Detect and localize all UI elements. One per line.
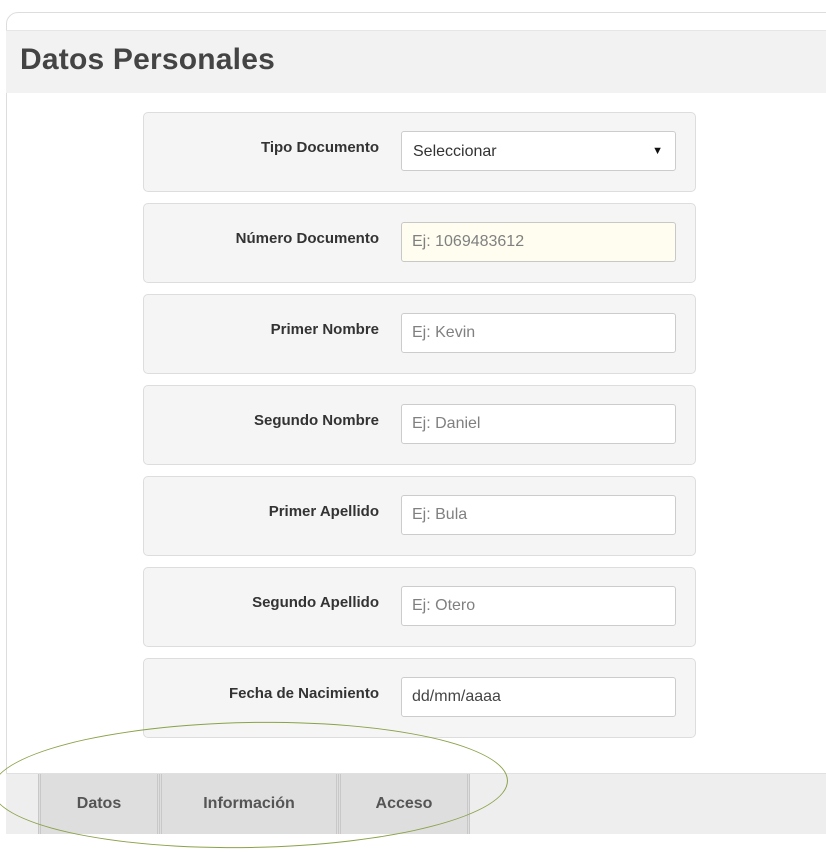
field-primer-nombre: Primer Nombre xyxy=(143,294,696,374)
field-label: Primer Apellido xyxy=(268,503,379,520)
date-value: dd/mm/aaaa xyxy=(412,688,501,705)
tipo-documento-select[interactable]: Seleccionar ▼ xyxy=(401,131,676,171)
tab-acceso[interactable]: Acceso xyxy=(338,774,470,834)
tab-label: Datos xyxy=(76,795,122,812)
field-label: Número Documento xyxy=(235,230,379,247)
caret-down-icon: ▼ xyxy=(652,145,663,157)
tab-informacion[interactable]: Información xyxy=(159,774,339,834)
tab-label: Información xyxy=(203,795,295,812)
select-value: Seleccionar xyxy=(413,143,497,160)
field-tipo-documento: Tipo Documento Seleccionar ▼ xyxy=(143,112,696,192)
numero-documento-input[interactable] xyxy=(401,222,676,262)
field-numero-documento: Número Documento xyxy=(143,203,696,283)
primer-apellido-input[interactable] xyxy=(401,495,676,535)
field-primer-apellido: Primer Apellido xyxy=(143,476,696,556)
field-fecha-nacimiento: Fecha de Nacimiento dd/mm/aaaa xyxy=(143,658,696,738)
tab-bar: Datos Información Acceso xyxy=(6,773,826,834)
field-label: Segundo Apellido xyxy=(252,594,379,611)
primer-nombre-input[interactable] xyxy=(401,313,676,353)
field-segundo-apellido: Segundo Apellido xyxy=(143,567,696,647)
field-label: Fecha de Nacimiento xyxy=(228,685,379,702)
section-header: Datos Personales xyxy=(6,30,826,93)
field-segundo-nombre: Segundo Nombre xyxy=(143,385,696,465)
fecha-nacimiento-input[interactable]: dd/mm/aaaa xyxy=(401,677,676,717)
field-label: Segundo Nombre xyxy=(253,412,379,429)
tab-datos[interactable]: Datos xyxy=(38,774,160,834)
segundo-apellido-input[interactable] xyxy=(401,586,676,626)
page-title: Datos Personales xyxy=(20,43,275,76)
field-label: Primer Nombre xyxy=(270,321,379,338)
segundo-nombre-input[interactable] xyxy=(401,404,676,444)
field-label: Tipo Documento xyxy=(260,139,379,156)
tab-label: Acceso xyxy=(375,795,433,812)
